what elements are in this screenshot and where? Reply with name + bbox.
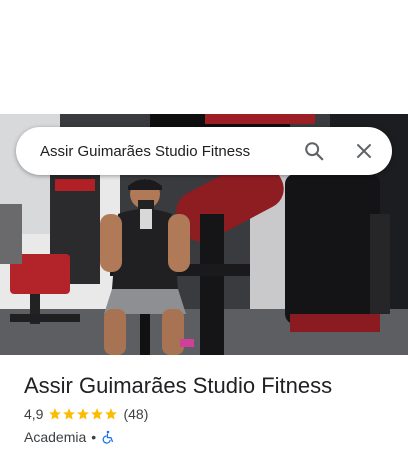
search-button[interactable]	[292, 129, 336, 173]
rating-value: 4,9	[24, 406, 44, 422]
search-box[interactable]: Assir Guimarães Studio Fitness	[16, 127, 392, 175]
star-icon	[77, 408, 90, 420]
rating-row[interactable]: 4,9 (48)	[24, 406, 148, 422]
place-title[interactable]: Assir Guimarães Studio Fitness	[24, 373, 332, 399]
star-icon	[91, 408, 104, 420]
close-icon	[357, 144, 371, 158]
search-icon	[305, 142, 324, 161]
wheelchair-icon	[102, 430, 114, 444]
category-label: Academia	[24, 429, 87, 445]
star-icon	[63, 408, 76, 420]
maps-place-card: Assir Guimarães Studio Fitness Assir Gui…	[0, 0, 408, 470]
clear-search-button[interactable]	[342, 129, 386, 173]
separator-dot: •	[91, 429, 97, 445]
star-icon	[105, 408, 118, 420]
star-icon	[49, 408, 62, 420]
review-count[interactable]: (48)	[123, 406, 148, 422]
category-row: Academia •	[24, 429, 115, 445]
rating-stars	[48, 407, 118, 421]
search-input[interactable]: Assir Guimarães Studio Fitness	[40, 143, 292, 160]
